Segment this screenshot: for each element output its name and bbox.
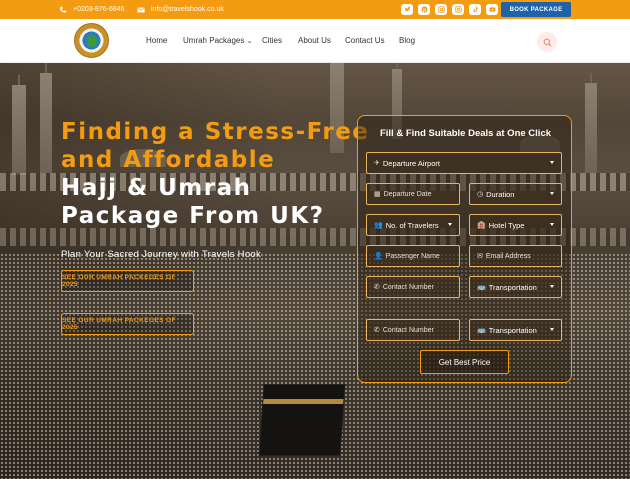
nav-umrah-packages[interactable]: Umrah Packages ⌄: [183, 36, 252, 45]
email-address: info@travelshook.co.uk: [151, 6, 224, 13]
twitter-icon[interactable]: [401, 4, 413, 15]
caret-down-icon: [550, 223, 554, 226]
duration-label: Duration: [486, 189, 515, 199]
travelers-select[interactable]: 👥 No. of Travelers: [366, 214, 460, 236]
bus-icon: 🚌: [477, 327, 486, 334]
hero-headline-line-2: and Affordable: [61, 147, 276, 173]
contact-number-placeholder: Contact Number: [382, 283, 434, 291]
hero-headline-line-1: Finding a Stress-Free: [61, 119, 370, 145]
see-packages-button-2[interactable]: SEE OUR UMRAH PACKEGES OF 2025: [61, 313, 194, 335]
contact-number-input[interactable]: ✆ Contact Number: [366, 276, 460, 298]
youtube-icon[interactable]: [486, 4, 498, 15]
phone-icon: [60, 6, 67, 13]
people-icon: 👥: [374, 222, 383, 229]
transportation-select[interactable]: 🚌 Transportation: [469, 276, 562, 298]
contact-number-placeholder-2: Contact Number: [382, 326, 434, 334]
caret-down-icon: [448, 223, 452, 226]
chevron-down-icon: ⌄: [246, 38, 253, 45]
get-best-price-button[interactable]: Get Best Price: [420, 350, 509, 374]
hero-headline-line-4: Package From UK?: [61, 203, 325, 229]
plane-icon: ✈: [374, 160, 380, 167]
user-icon: 👤: [374, 253, 383, 260]
phone-icon: ✆: [374, 327, 380, 334]
phone-number: +0203-876-6846: [73, 6, 125, 13]
travels-hook-logo[interactable]: [74, 23, 109, 58]
transportation-label: Transportation: [488, 282, 537, 292]
passenger-name-input[interactable]: 👤 Passenger Name: [366, 245, 460, 267]
travelers-label: No. of Travelers: [385, 220, 439, 230]
departure-airport-label: Departure Airport: [382, 158, 440, 168]
clock-icon: ◷: [477, 191, 484, 198]
caret-down-icon: [550, 285, 554, 288]
passenger-name-placeholder: Passenger Name: [385, 252, 440, 260]
social-links: p: [401, 4, 503, 15]
email-icon: ✉: [477, 253, 483, 260]
instagram-icon[interactable]: [435, 4, 447, 15]
departure-date-placeholder: Departure Date: [383, 190, 432, 198]
nav-umrah-label: Umrah Packages: [183, 36, 245, 45]
see-packages-button-1[interactable]: SEE OUR UMRAH PACKEGES OF 2025: [61, 270, 194, 292]
nav-blog[interactable]: Blog: [399, 36, 415, 45]
hotel-icon: 🏨: [477, 222, 486, 229]
nav-home[interactable]: Home: [146, 36, 167, 45]
tiktok-icon[interactable]: [469, 4, 481, 15]
pinterest-icon[interactable]: p: [418, 4, 430, 15]
transportation-select-2[interactable]: 🚌 Transportation: [469, 319, 562, 341]
departure-date-input[interactable]: ▦ Departure Date: [366, 183, 460, 205]
departure-airport-select[interactable]: ✈ Departure Airport: [366, 152, 562, 174]
duration-select[interactable]: ◷ Duration: [469, 183, 562, 205]
hotel-type-label: Hotel Type: [488, 220, 525, 230]
hotel-type-select[interactable]: 🏨 Hotel Type: [469, 214, 562, 236]
transportation-label-2: Transportation: [488, 325, 537, 335]
main-navbar: Home Umrah Packages ⌄ Cities About Us Co…: [0, 19, 630, 63]
caret-down-icon: [550, 328, 554, 331]
calendar-icon: ▦: [374, 191, 381, 198]
nav-contact-us[interactable]: Contact Us: [345, 36, 385, 45]
page-bottom-strip: [0, 479, 630, 500]
bus-icon: 🚌: [477, 284, 486, 291]
instagram-icon-2[interactable]: [452, 4, 464, 15]
envelope-icon: [137, 6, 145, 12]
nav-about-us[interactable]: About Us: [298, 36, 331, 45]
hero-subtitle: Plan Your Sacred Journey with Travels Ho…: [61, 249, 262, 260]
book-package-button[interactable]: BOOK PACKAGE: [501, 2, 571, 17]
form-title: Fill & Find Suitable Deals at One Click: [379, 128, 552, 139]
search-icon: [543, 38, 551, 46]
caret-down-icon: [550, 192, 554, 195]
top-bar: +0203-876-6846 info@travelshook.co.uk p …: [0, 0, 630, 19]
phone-icon: ✆: [374, 284, 380, 291]
contact-number-input-2[interactable]: ✆ Contact Number: [366, 319, 460, 341]
nav-cities[interactable]: Cities: [262, 36, 282, 45]
email-address-input[interactable]: ✉ Email Address: [469, 245, 562, 267]
caret-down-icon: [550, 161, 554, 164]
hero-headline-line-3: Hajj & Umrah: [61, 175, 252, 201]
phone-link[interactable]: +0203-876-6846: [59, 3, 125, 16]
search-button[interactable]: [537, 32, 557, 52]
email-link[interactable]: info@travelshook.co.uk: [137, 3, 224, 16]
email-address-placeholder: Email Address: [485, 252, 531, 260]
